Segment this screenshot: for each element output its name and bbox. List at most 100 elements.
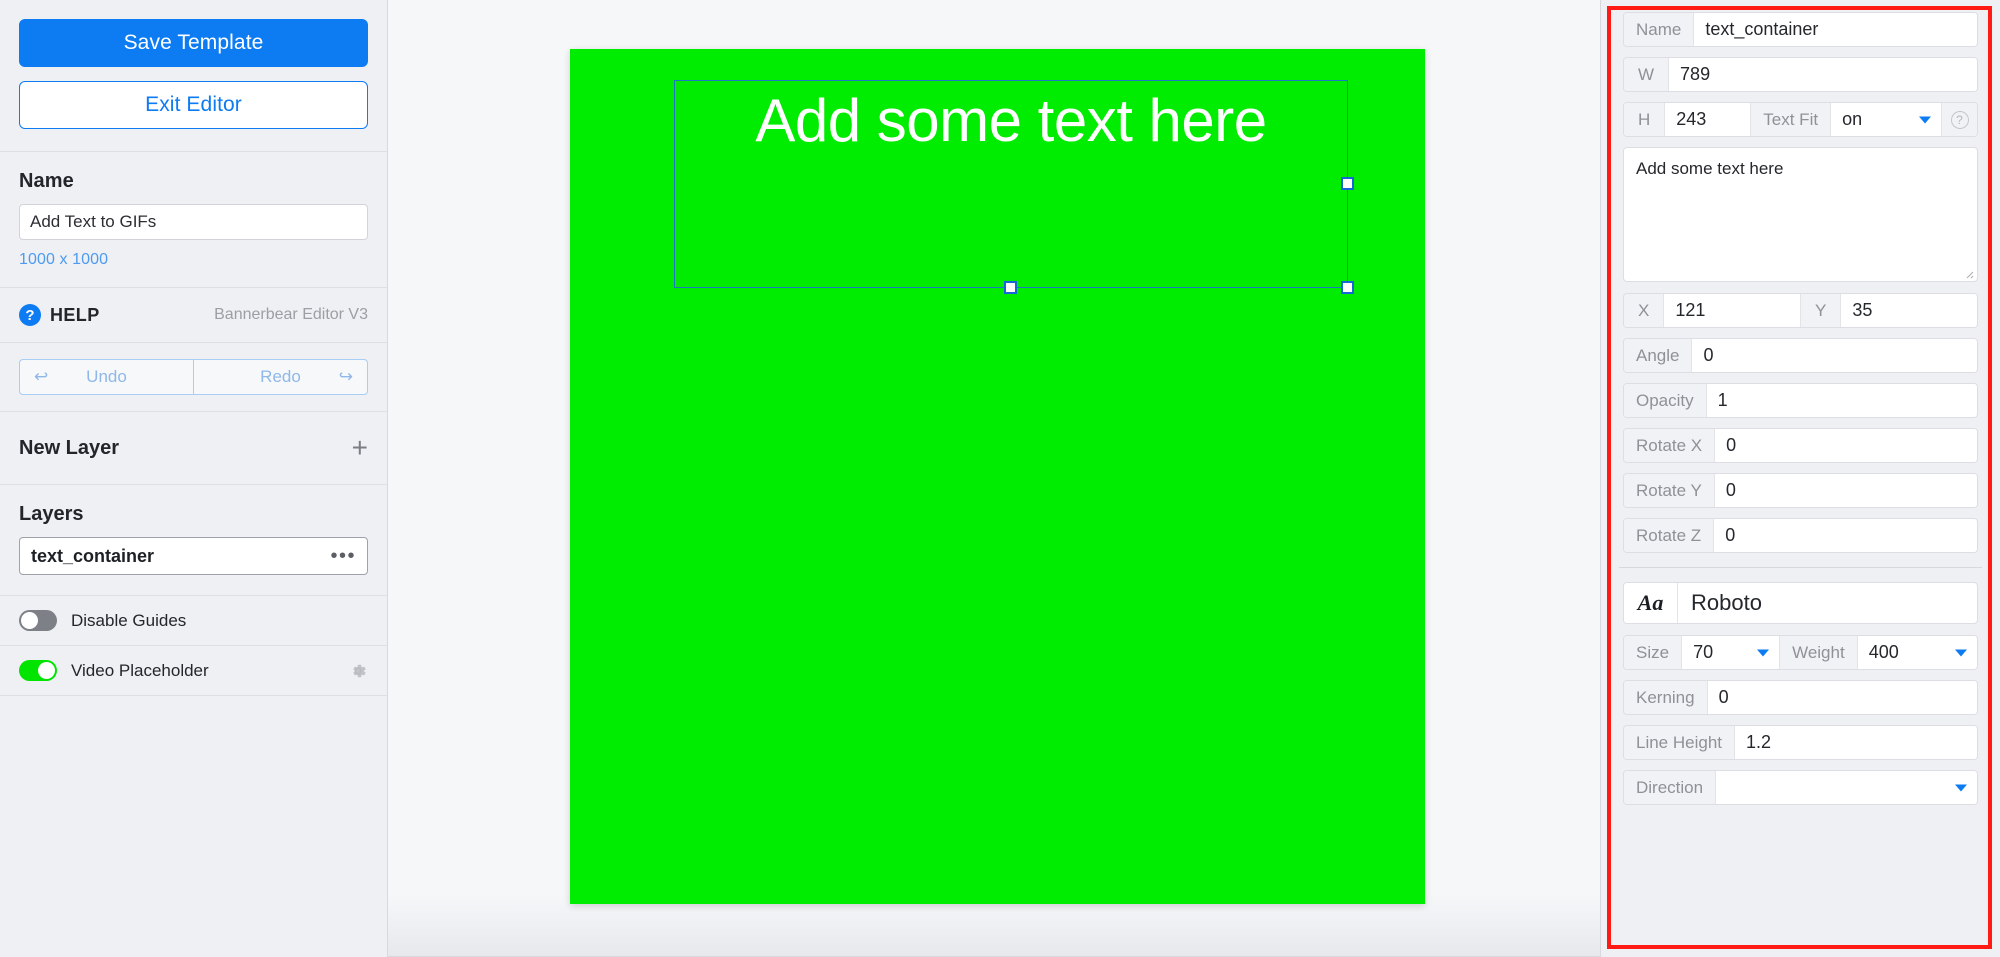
weight-field-label: Weight — [1780, 636, 1858, 669]
layers-section: Layers text_container ••• — [0, 485, 387, 596]
angle-field-label: Angle — [1624, 339, 1693, 372]
chevron-down-icon — [1757, 649, 1770, 656]
disable-guides-label: Disable Guides — [71, 610, 187, 630]
rotate-x-field-value[interactable]: 0 — [1715, 429, 1977, 462]
video-placeholder-label: Video Placeholder — [71, 660, 209, 680]
properties-panel: Name text_container W 789 H 243 Text Fit… — [1600, 0, 2000, 957]
direction-select[interactable] — [1716, 771, 1977, 804]
x-field-label: X — [1624, 294, 1665, 327]
line-height-field-label: Line Height — [1624, 726, 1736, 759]
width-field-label: W — [1624, 58, 1670, 91]
help-section: ? HELP Bannerbear Editor V3 — [0, 288, 387, 343]
layer-name-field-value[interactable]: text_container — [1694, 13, 1977, 46]
undo-arrow-icon: ↩ — [34, 367, 49, 386]
resize-handle-bottom-center[interactable] — [1004, 281, 1017, 294]
rotate-x-field[interactable]: Rotate X 0 — [1623, 428, 1978, 463]
toggle-knob — [21, 612, 38, 629]
question-mark-icon: ? — [1950, 110, 1969, 129]
layers-heading: Layers — [19, 503, 84, 525]
template-dimensions[interactable]: 1000 x 1000 — [19, 251, 368, 269]
help-label[interactable]: HELP — [50, 305, 100, 326]
layer-name-field[interactable]: Name text_container — [1623, 12, 1978, 47]
artboard[interactable]: Add some text here — [570, 49, 1425, 904]
rotate-y-field[interactable]: Rotate Y 0 — [1623, 473, 1978, 508]
y-field-value[interactable]: 35 — [1841, 294, 1977, 327]
textarea-resize-grip-icon[interactable] — [1962, 267, 1974, 279]
list-item[interactable]: text_container ••• — [19, 537, 368, 575]
redo-button[interactable]: Redo ↪ — [193, 359, 368, 395]
weight-select[interactable]: 400 — [1857, 636, 1977, 669]
line-height-field-value[interactable]: 1.2 — [1735, 726, 1977, 759]
redo-label: Redo — [260, 367, 301, 386]
layer-name-field-label: Name — [1624, 13, 1695, 46]
help-question-icon[interactable]: ? — [19, 304, 41, 326]
undo-label: Undo — [86, 367, 127, 386]
rotate-x-field-label: Rotate X — [1624, 429, 1716, 462]
disable-guides-row: Disable Guides — [0, 596, 387, 646]
rotate-y-field-value[interactable]: 0 — [1714, 474, 1977, 507]
layer-properties-group: Name text_container W 789 H 243 Text Fit… — [1613, 10, 1988, 553]
undo-button[interactable]: ↩ Undo — [19, 359, 193, 395]
text-fit-value: on — [1842, 109, 1863, 129]
layer-text-textarea[interactable]: Add some text here — [1623, 147, 1978, 282]
history-controls: ↩ Undo Redo ↪ — [0, 343, 387, 412]
exit-editor-button[interactable]: Exit Editor — [19, 81, 368, 129]
width-field[interactable]: W 789 — [1623, 57, 1978, 92]
layer-text-value: Add some text here — [1636, 159, 1784, 178]
canvas-area[interactable]: Add some text here — [388, 0, 1600, 957]
size-value: 70 — [1693, 642, 1714, 662]
y-field-label: Y — [1801, 294, 1842, 327]
size-weight-row: Size 70 Weight 400 — [1623, 635, 1978, 670]
editor-version-label: Bannerbear Editor V3 — [214, 306, 368, 323]
chevron-down-icon — [1919, 116, 1931, 123]
text-fit-help-button[interactable]: ? — [1941, 103, 1977, 136]
opacity-field-value[interactable]: 1 — [1706, 384, 1977, 417]
chevron-down-icon — [1955, 784, 1967, 791]
angle-field-value[interactable]: 0 — [1692, 339, 1977, 372]
editor-app: Save Template Exit Editor Name 1000 x 10… — [0, 0, 2000, 957]
height-field-value[interactable]: 243 — [1665, 103, 1752, 136]
rotate-z-field-value[interactable]: 0 — [1714, 519, 1977, 552]
line-height-field[interactable]: Line Height 1.2 — [1623, 725, 1978, 760]
left-sidebar: Save Template Exit Editor Name 1000 x 10… — [0, 0, 388, 957]
toggle-knob — [38, 662, 55, 679]
opacity-field[interactable]: Opacity 1 — [1623, 383, 1978, 418]
font-family-value[interactable]: Roboto — [1678, 583, 1977, 623]
rotate-z-field[interactable]: Rotate Z 0 — [1623, 518, 1978, 553]
template-name-input[interactable] — [19, 204, 368, 240]
width-field-value[interactable]: 789 — [1669, 58, 1977, 91]
resize-handle-bottom-right[interactable] — [1341, 281, 1354, 294]
resize-handle-middle-right[interactable] — [1341, 177, 1354, 190]
size-select[interactable]: 70 — [1682, 636, 1781, 669]
direction-field[interactable]: Direction — [1623, 770, 1978, 805]
panel-divider — [1619, 567, 1982, 568]
save-template-button[interactable]: Save Template — [19, 19, 368, 67]
new-layer-section: New Layer + — [0, 412, 387, 485]
typography-group: Aa Roboto Size 70 Weight 400 Kerning 0 L… — [1613, 580, 1988, 805]
font-family-field[interactable]: Aa Roboto — [1623, 582, 1978, 624]
disable-guides-toggle[interactable] — [19, 610, 57, 631]
kerning-field[interactable]: Kerning 0 — [1623, 680, 1978, 715]
redo-arrow-icon: ↪ — [338, 367, 353, 386]
new-layer-label: New Layer — [19, 436, 120, 459]
height-field-label: H — [1624, 103, 1666, 136]
sidebar-actions: Save Template Exit Editor — [0, 0, 387, 152]
video-placeholder-toggle[interactable] — [19, 660, 57, 681]
layer-name-label: text_container — [31, 545, 155, 566]
kerning-field-label: Kerning — [1624, 681, 1708, 714]
name-heading: Name — [19, 170, 74, 192]
x-field-value[interactable]: 121 — [1664, 294, 1801, 327]
selected-text-layer[interactable]: Add some text here — [674, 80, 1354, 294]
template-name-section: Name 1000 x 1000 — [0, 152, 387, 288]
video-placeholder-row: Video Placeholder — [0, 646, 387, 696]
gear-icon[interactable] — [348, 661, 368, 681]
layer-more-menu-icon[interactable]: ••• — [330, 545, 356, 568]
height-textfit-row: H 243 Text Fit on ? — [1623, 102, 1978, 137]
canvas-text-content: Add some text here — [755, 87, 1267, 154]
kerning-field-value[interactable]: 0 — [1707, 681, 1977, 714]
angle-field[interactable]: Angle 0 — [1623, 338, 1978, 373]
text-fit-select[interactable]: on — [1831, 103, 1941, 136]
rotate-y-field-label: Rotate Y — [1624, 474, 1715, 507]
add-layer-plus-icon[interactable]: + — [352, 434, 368, 462]
position-row: X 121 Y 35 — [1623, 293, 1978, 328]
